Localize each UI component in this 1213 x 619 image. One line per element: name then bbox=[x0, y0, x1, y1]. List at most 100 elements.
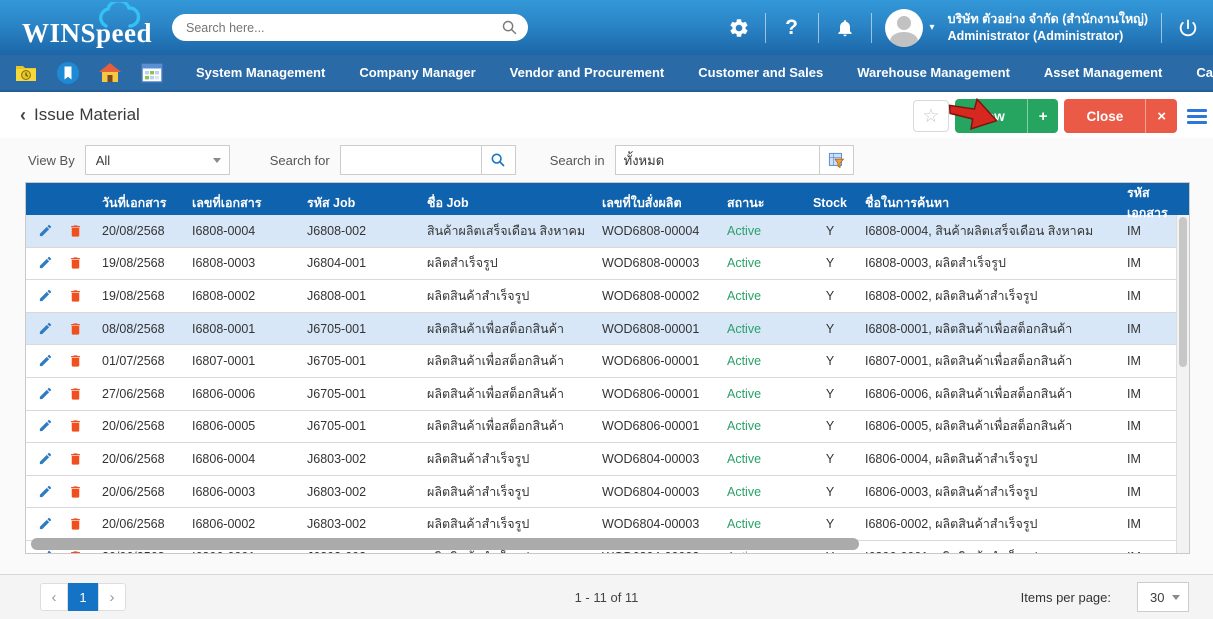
delete-trash-icon[interactable] bbox=[68, 386, 84, 402]
view-by-select[interactable]: All bbox=[85, 145, 230, 175]
favorite-star-button[interactable]: ☆ bbox=[913, 100, 949, 132]
search-in-input[interactable] bbox=[615, 145, 820, 175]
edit-pencil-icon[interactable] bbox=[38, 484, 54, 500]
column-job-code[interactable]: รหัส Job bbox=[301, 193, 421, 213]
bookmark-icon[interactable] bbox=[56, 61, 80, 85]
recent-folder-icon[interactable] bbox=[14, 61, 38, 85]
table-row[interactable]: 19/08/2568I6808-0003J6804-001ผลิตสำเร็จร… bbox=[26, 248, 1189, 281]
cell-date: 20/06/2568 bbox=[96, 485, 186, 499]
edit-pencil-icon[interactable] bbox=[38, 223, 54, 239]
delete-trash-icon[interactable] bbox=[68, 288, 84, 304]
nav-item-company-manager[interactable]: Company Manager bbox=[359, 65, 475, 80]
filter-columns-button[interactable] bbox=[820, 145, 854, 175]
table-row[interactable]: 20/06/2568I6806-0003J6803-002ผลิตสินค้าส… bbox=[26, 476, 1189, 509]
cell-doc-no: I6806-0003 bbox=[186, 485, 301, 499]
delete-trash-icon[interactable] bbox=[68, 321, 84, 337]
horizontal-scrollbar-thumb[interactable] bbox=[31, 538, 859, 550]
cell-job-code: J6803-002 bbox=[301, 452, 421, 466]
global-search[interactable] bbox=[172, 14, 528, 41]
cell-search-name: I6807-0001, ผลิตสินค้าเพื่อสต็อกสินค้า bbox=[859, 351, 1121, 371]
search-button[interactable] bbox=[482, 145, 516, 175]
edit-pencil-icon[interactable] bbox=[38, 321, 54, 337]
home-icon[interactable] bbox=[98, 61, 122, 85]
delete-trash-icon[interactable] bbox=[68, 223, 84, 239]
edit-pencil-icon[interactable] bbox=[38, 451, 54, 467]
divider bbox=[818, 13, 819, 43]
vertical-scrollbar[interactable] bbox=[1176, 215, 1189, 553]
close-button[interactable]: Close × bbox=[1064, 99, 1177, 133]
nav-item-warehouse-management[interactable]: Warehouse Management bbox=[857, 65, 1010, 80]
column-date[interactable]: วันที่เอกสาร bbox=[96, 193, 186, 213]
user-avatar[interactable] bbox=[885, 9, 923, 47]
cell-job-code: J6803-002 bbox=[301, 485, 421, 499]
company-name: บริษัท ตัวอย่าง จำกัด (สำนักงานใหญ่) bbox=[948, 11, 1148, 28]
table-row[interactable]: 20/06/2568I6806-0004J6803-002ผลิตสินค้าส… bbox=[26, 443, 1189, 476]
logout-power-icon[interactable] bbox=[1175, 15, 1201, 41]
cell-search-name: I6806-0003, ผลิตสินค้าสำเร็จรูป bbox=[859, 482, 1121, 502]
cell-wo-no: WOD6808-00003 bbox=[596, 256, 721, 270]
filter-funnel-icon bbox=[828, 152, 845, 169]
search-icon[interactable] bbox=[501, 19, 518, 36]
table-row[interactable]: 20/06/2568I6806-0005J6705-001ผลิตสินค้าเ… bbox=[26, 411, 1189, 444]
next-page-button[interactable]: › bbox=[98, 583, 126, 611]
table-row[interactable]: 19/08/2568I6808-0002J6808-001ผลิตสินค้าส… bbox=[26, 280, 1189, 313]
search-icon bbox=[490, 152, 506, 168]
nav-item-system-management[interactable]: System Management bbox=[196, 65, 325, 80]
column-status[interactable]: สถานะ bbox=[721, 193, 801, 213]
delete-trash-icon[interactable] bbox=[68, 353, 84, 369]
content-area: View By All Search for Search in วันที่เ… bbox=[0, 138, 1213, 554]
cell-search-name: I6808-0003, ผลิตสำเร็จรูป bbox=[859, 253, 1121, 273]
cell-status: Active bbox=[721, 322, 801, 336]
table-row[interactable]: 01/07/2568I6807-0001J6705-001ผลิตสินค้าเ… bbox=[26, 345, 1189, 378]
back-chevron-icon[interactable]: ‹ bbox=[20, 105, 26, 126]
column-doc-no[interactable]: เลขที่เอกสาร bbox=[186, 193, 301, 213]
nav-item-cash-management[interactable]: Cash Management bbox=[1196, 65, 1213, 80]
delete-trash-icon[interactable] bbox=[68, 418, 84, 434]
new-plus-icon[interactable]: + bbox=[1027, 99, 1059, 133]
page-number-button[interactable]: 1 bbox=[68, 583, 98, 611]
table-row[interactable]: 08/08/2568I6808-0001J6705-001ผลิตสินค้าเ… bbox=[26, 313, 1189, 346]
table-row[interactable]: 27/06/2568I6806-0006J6705-001ผลิตสินค้าเ… bbox=[26, 378, 1189, 411]
prev-page-button[interactable]: ‹ bbox=[40, 583, 68, 611]
settings-gear-icon[interactable] bbox=[726, 15, 752, 41]
edit-pencil-icon[interactable] bbox=[38, 353, 54, 369]
nav-item-asset-management[interactable]: Asset Management bbox=[1044, 65, 1162, 80]
chevron-down-icon[interactable]: ▾ bbox=[930, 22, 935, 33]
calendar-grid-icon[interactable] bbox=[140, 61, 164, 85]
user-info[interactable]: บริษัท ตัวอย่าง จำกัด (สำนักงานใหญ่) Adm… bbox=[948, 11, 1148, 45]
items-per-page-select[interactable]: 30 bbox=[1137, 582, 1189, 612]
notifications-bell-icon[interactable] bbox=[832, 15, 858, 41]
page-title: Issue Material bbox=[34, 105, 140, 125]
table-row[interactable]: 20/08/2568I6808-0004J6808-002สินค้าผลิตเ… bbox=[26, 215, 1189, 248]
cell-search-name: I6808-0004, สินค้าผลิตเสร็จเดือน สิงหาคม bbox=[859, 221, 1121, 241]
cell-wo-no: WOD6806-00001 bbox=[596, 419, 721, 433]
logo[interactable]: WINSpeed bbox=[14, 0, 154, 55]
column-stock[interactable]: Stock bbox=[801, 196, 859, 210]
edit-pencil-icon[interactable] bbox=[38, 418, 54, 434]
cell-stock: Y bbox=[801, 452, 859, 466]
view-by-label: View By bbox=[28, 153, 75, 168]
main-menu: System Management Company Manager Vendor a… bbox=[196, 65, 1213, 80]
delete-trash-icon[interactable] bbox=[68, 451, 84, 467]
vertical-scrollbar-thumb[interactable] bbox=[1179, 217, 1187, 367]
table-row[interactable]: 20/06/2568I6806-0002J6803-002ผลิตสินค้าส… bbox=[26, 508, 1189, 541]
edit-pencil-icon[interactable] bbox=[38, 255, 54, 271]
close-x-icon[interactable]: × bbox=[1145, 99, 1177, 133]
global-search-input[interactable] bbox=[186, 21, 501, 35]
delete-trash-icon[interactable] bbox=[68, 516, 84, 532]
delete-trash-icon[interactable] bbox=[68, 255, 84, 271]
nav-item-vendor-and-procurement[interactable]: Vendor and Procurement bbox=[510, 65, 665, 80]
nav-item-customer-and-sales[interactable]: Customer and Sales bbox=[698, 65, 823, 80]
edit-pencil-icon[interactable] bbox=[38, 386, 54, 402]
edit-pencil-icon[interactable] bbox=[38, 288, 54, 304]
search-for-input[interactable] bbox=[340, 145, 482, 175]
cell-stock: Y bbox=[801, 289, 859, 303]
column-search-name[interactable]: ชื่อในการค้นหา bbox=[859, 193, 1121, 213]
help-icon[interactable]: ? bbox=[779, 15, 805, 41]
column-wo-no[interactable]: เลขที่ใบสั่งผลิต bbox=[596, 193, 721, 213]
new-button[interactable]: New + bbox=[955, 99, 1059, 133]
list-menu-icon[interactable] bbox=[1187, 109, 1207, 124]
edit-pencil-icon[interactable] bbox=[38, 516, 54, 532]
delete-trash-icon[interactable] bbox=[68, 484, 84, 500]
column-job-name[interactable]: ชื่อ Job bbox=[421, 193, 596, 213]
